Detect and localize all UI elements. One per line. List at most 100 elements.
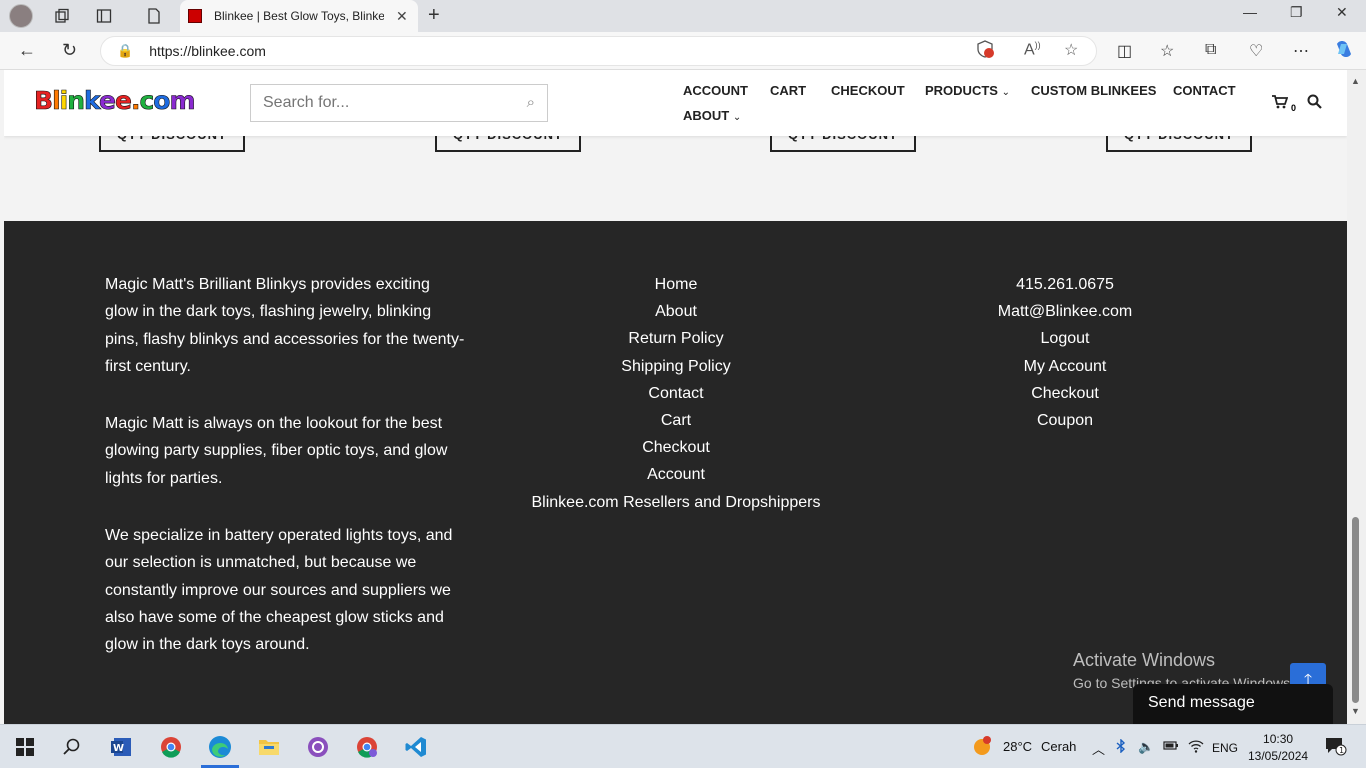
footer-link-checkout-2[interactable]: Checkout	[954, 380, 1176, 407]
battery-icon[interactable]	[1163, 739, 1179, 754]
more-menu-icon[interactable]: ⋯	[1293, 41, 1309, 61]
weather-condition[interactable]: Cerah	[1041, 739, 1076, 754]
header-search-icon[interactable]	[1307, 94, 1322, 114]
footer-link-account[interactable]: Account	[516, 461, 836, 488]
cart-icon[interactable]	[1272, 95, 1289, 113]
clock-time: 10:30	[1263, 732, 1294, 746]
chevron-down-icon: ⌄	[1001, 87, 1010, 98]
footer-about: Magic Matt's Brilliant Blinkys provides …	[105, 271, 467, 689]
file-explorer-icon[interactable]	[256, 735, 282, 759]
chrome-icon[interactable]	[158, 735, 184, 759]
site-logo[interactable]: Blinkee.com	[34, 86, 196, 116]
lock-icon[interactable]: 🔒	[117, 43, 133, 59]
footer-link-cart[interactable]: Cart	[516, 407, 836, 434]
menu-custom-blinkees[interactable]: CUSTOM BLINKEES	[1031, 83, 1156, 98]
tab-blinkee[interactable]: Blinkee | Best Glow Toys, Blinkee ✕	[180, 0, 418, 32]
search-input[interactable]	[263, 94, 513, 112]
weather-icon[interactable]	[972, 736, 992, 759]
tab-strip: Blinkee | Best Glow Toys, Blinkee ✕ + — …	[0, 0, 1366, 32]
menu-about[interactable]: ABOUT ⌄	[683, 108, 741, 123]
restore-icon[interactable]: ❐	[1290, 4, 1303, 21]
scroll-thumb[interactable]	[1352, 517, 1359, 703]
minimize-icon[interactable]: —	[1243, 4, 1257, 20]
language-indicator[interactable]: ENG	[1212, 741, 1238, 755]
copilot-icon[interactable]	[1333, 38, 1355, 65]
footer-link-resellers[interactable]: Blinkee.com Resellers and Dropshippers	[516, 489, 836, 516]
split-screen-icon[interactable]: ◫	[1117, 41, 1132, 61]
web-page: Blinkee.com ⌕ ACCOUNT CART CHECKOUT PROD…	[4, 70, 1347, 724]
site-header: Blinkee.com ⌕ ACCOUNT CART CHECKOUT PROD…	[4, 70, 1347, 136]
menu-about-label: ABOUT	[683, 108, 730, 123]
footer-link-coupon[interactable]: Coupon	[954, 407, 1176, 434]
activate-title: Activate Windows	[1073, 650, 1216, 670]
github-desktop-icon[interactable]	[305, 735, 331, 759]
footer-links: Home About Return Policy Shipping Policy…	[516, 271, 836, 516]
search-icon[interactable]	[59, 735, 85, 759]
menu-checkout[interactable]: CHECKOUT	[831, 83, 905, 98]
notifications-icon[interactable]: 1	[1325, 736, 1347, 759]
vscode-icon[interactable]	[403, 735, 429, 759]
menu-products[interactable]: PRODUCTS ⌄	[925, 83, 1010, 98]
back-icon[interactable]: ←	[18, 40, 36, 61]
performance-icon[interactable]: ♡	[1249, 41, 1263, 61]
menu-cart[interactable]: CART	[770, 83, 806, 98]
footer-link-about[interactable]: About	[516, 298, 836, 325]
footer-link-contact[interactable]: Contact	[516, 380, 836, 407]
scroll-down-icon[interactable]: ▼	[1351, 706, 1360, 716]
footer-paragraph: Magic Matt is always on the lookout for …	[105, 415, 448, 487]
scroll-up-icon[interactable]: ▲	[1351, 76, 1360, 86]
footer-paragraph: Magic Matt's Brilliant Blinkys provides …	[105, 276, 465, 375]
page-scrollbar[interactable]: ▲ ▼	[1347, 70, 1366, 724]
edge-icon[interactable]	[207, 735, 233, 759]
chrome-profile-icon[interactable]	[354, 735, 380, 759]
tracking-prevention-icon[interactable]	[976, 40, 994, 63]
footer-link-home[interactable]: Home	[516, 271, 836, 298]
clock[interactable]: 10:30 13/05/2024	[1248, 731, 1308, 765]
footer-link-checkout[interactable]: Checkout	[516, 434, 836, 461]
bluetooth-icon[interactable]	[1116, 738, 1126, 756]
taskbar: W 28°C Cerah ︿ 🔈 ENG 10:30 13/05/2024 1	[0, 724, 1366, 768]
start-icon[interactable]	[12, 735, 38, 759]
close-tab-icon[interactable]: ✕	[396, 8, 408, 25]
site-footer: Magic Matt's Brilliant Blinkys provides …	[4, 221, 1347, 724]
footer-link-my-account[interactable]: My Account	[954, 353, 1176, 380]
chevron-down-icon: ⌄	[732, 112, 742, 123]
menu-products-label: PRODUCTS	[925, 83, 998, 98]
footer-contact: 415.261.0675 Matt@Blinkee.com Logout My …	[954, 271, 1176, 434]
tab-title: Blinkee | Best Glow Toys, Blinkee	[214, 9, 384, 23]
footer-link-shipping-policy[interactable]: Shipping Policy	[516, 353, 836, 380]
tab-actions-icon[interactable]	[92, 4, 116, 28]
tray-overflow-icon[interactable]: ︿	[1092, 739, 1105, 758]
footer-link-logout[interactable]: Logout	[954, 325, 1176, 352]
weather-temp[interactable]: 28°C	[1003, 739, 1032, 754]
footer-link-return-policy[interactable]: Return Policy	[516, 325, 836, 352]
collections-icon[interactable]: ⧉	[1205, 41, 1216, 59]
address-bar[interactable]: 🔒 https://blinkee.com	[100, 36, 1097, 66]
refresh-icon[interactable]: ↻	[62, 40, 77, 61]
footer-phone[interactable]: 415.261.0675	[954, 271, 1176, 298]
favorites-icon[interactable]: ☆	[1160, 41, 1174, 61]
network-icon[interactable]	[1188, 739, 1204, 756]
menu-contact[interactable]: CONTACT	[1173, 83, 1236, 98]
search-icon[interactable]: ⌕	[527, 94, 535, 111]
menu-account[interactable]: ACCOUNT	[683, 83, 748, 98]
site-search[interactable]: ⌕	[250, 84, 548, 122]
site-favicon-icon	[188, 9, 202, 23]
page-icon[interactable]	[142, 4, 166, 28]
send-message-button[interactable]: Send message	[1133, 684, 1333, 724]
footer-email[interactable]: Matt@Blinkee.com	[954, 298, 1176, 325]
new-tab-icon[interactable]: +	[428, 4, 440, 27]
profile-avatar[interactable]	[9, 4, 33, 28]
favorite-star-icon[interactable]: ☆	[1064, 40, 1078, 60]
window-close-icon[interactable]: ✕	[1336, 4, 1348, 21]
address-toolbar: ← ↻ 🔒 https://blinkee.com A)) ☆ ◫ ☆ ⧉ ♡ …	[0, 32, 1366, 70]
workspaces-icon[interactable]	[50, 4, 74, 28]
word-icon[interactable]: W	[109, 735, 135, 759]
clock-date: 13/05/2024	[1248, 749, 1309, 763]
read-aloud-icon[interactable]: A))	[1024, 40, 1041, 59]
svg-text:W: W	[113, 743, 124, 754]
footer-paragraph: We specialize in battery operated lights…	[105, 527, 453, 654]
url-text: https://blinkee.com	[149, 43, 266, 59]
volume-icon[interactable]: 🔈	[1138, 739, 1154, 755]
cart-count: 0	[1291, 103, 1297, 113]
